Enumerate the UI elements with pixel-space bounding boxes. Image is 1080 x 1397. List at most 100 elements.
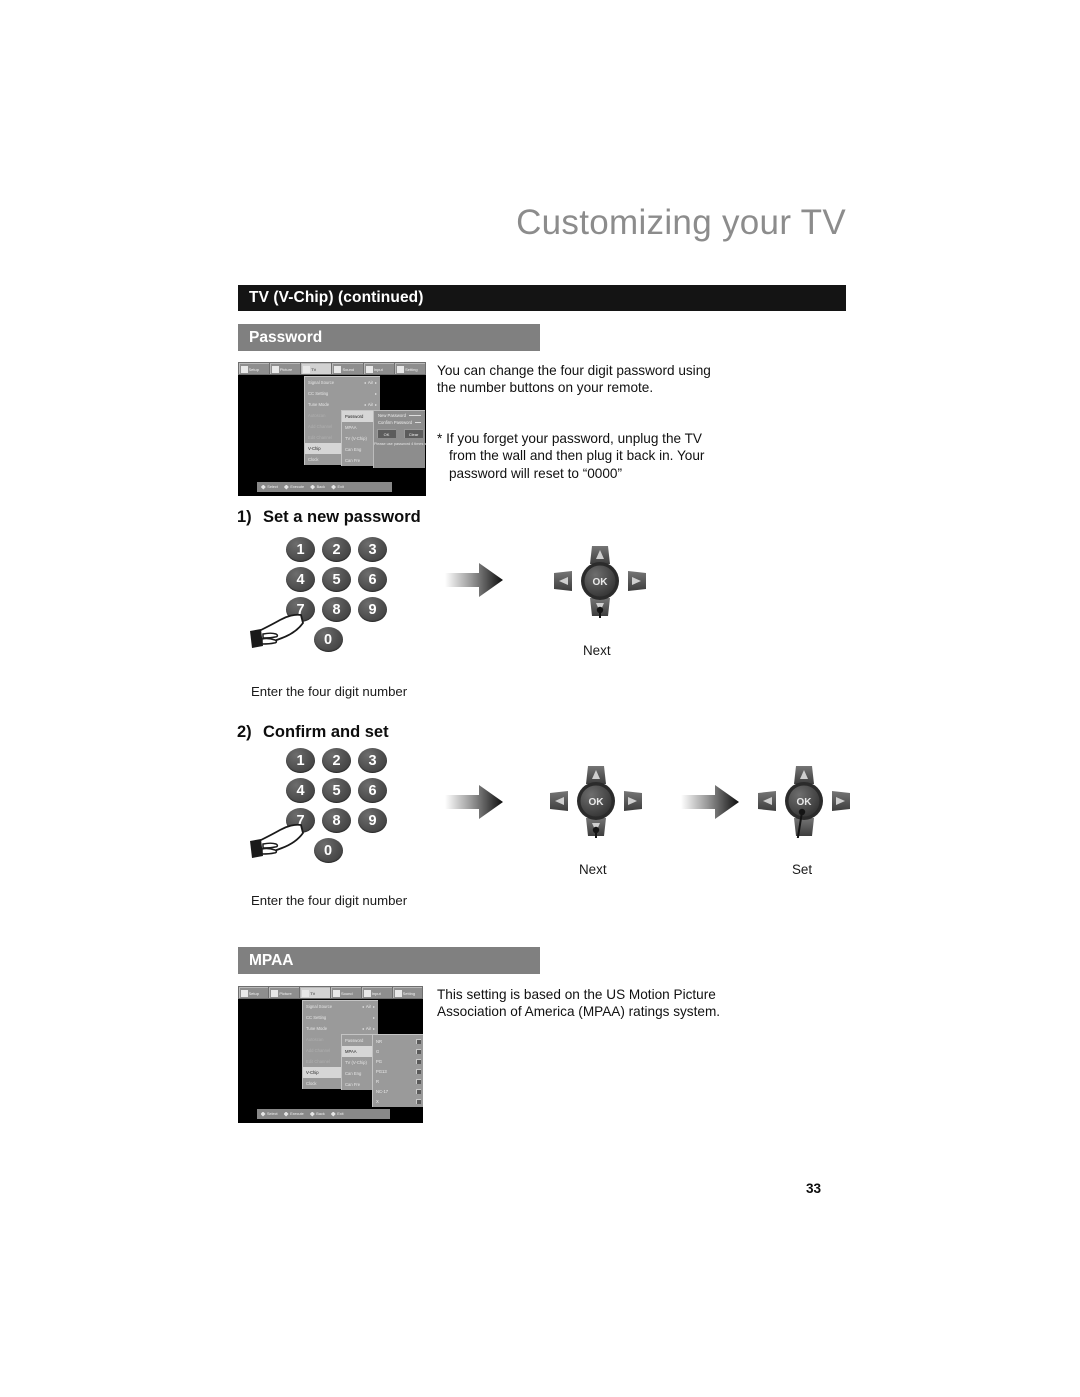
step-1-title: Set a new password <box>263 508 421 526</box>
key-0[interactable]: 0 <box>313 838 343 863</box>
key-3[interactable]: 3 <box>358 748 387 773</box>
key-6[interactable]: 6 <box>358 778 387 803</box>
picture-icon <box>271 989 279 997</box>
flow-arrow-icon <box>443 560 505 600</box>
ok-icon <box>283 484 289 490</box>
tv-password-dialog: New Password Confirm Password OK Clear P… <box>373 410 426 468</box>
tv-menubar-item-picture: Picture <box>269 363 301 374</box>
checkbox-icon <box>416 1098 421 1104</box>
tv-footer-item-select: Select <box>260 1111 278 1117</box>
dpad-action-label-set: Set <box>792 862 813 877</box>
chevron-left-icon: ◂ <box>363 380 366 385</box>
tv-menubar-item-setting: Setting <box>395 363 426 374</box>
key-2[interactable]: 2 <box>322 537 351 562</box>
keypad-row: 1 2 3 <box>286 748 406 773</box>
chevron-left-icon: ◂ <box>361 1026 364 1031</box>
pointing-hand-icon <box>249 608 311 654</box>
tv-submenu-row: Password <box>345 1038 364 1043</box>
subsection-header-password: Password <box>238 324 540 351</box>
input-icon <box>363 989 371 997</box>
tv-password-confirm-field: Confirm Password <box>374 418 425 425</box>
tv-screenshot-mpaa: Setup Picture TV Sound Input Setting Sig… <box>238 986 423 1123</box>
password-note-paragraph: * If you forget your password, unplug th… <box>437 413 777 499</box>
svg-text:OK: OK <box>589 797 605 808</box>
tv-menu-row: Tune Mode ◂ Air ▸ <box>308 402 377 407</box>
tv-submenu-row: Can Fre <box>345 458 361 463</box>
key-9[interactable]: 9 <box>358 597 387 622</box>
svg-text:OK: OK <box>797 797 813 808</box>
tv-rating-row: X <box>373 1096 423 1106</box>
password-description-paragraph: You can change the four digit password u… <box>437 363 711 396</box>
tv-footer-bar: Select Execute Back Exit <box>256 482 393 492</box>
back-icon <box>310 484 316 490</box>
pointing-hand-icon <box>249 818 311 864</box>
tv-password-new-field: New Password <box>374 411 425 418</box>
subsection-label-password: Password <box>249 329 323 346</box>
dpad-step-2-set: OK <box>756 764 852 863</box>
step-2-heading: 2) Confirm and set <box>237 723 389 742</box>
key-4[interactable]: 4 <box>286 567 315 592</box>
info-icon <box>394 989 402 997</box>
tv-screenshot-password: Setup Picture TV Sound Input Setting Sig… <box>238 362 426 496</box>
key-6[interactable]: 6 <box>358 567 387 592</box>
tv-menu-row: CC Setting ▸ <box>306 1015 375 1020</box>
tv-rating-row: G <box>373 1046 423 1056</box>
tv-icon <box>303 365 311 373</box>
tv-footer-item-execute: Execute <box>283 484 304 490</box>
key-3[interactable]: 3 <box>358 537 387 562</box>
checkbox-icon <box>416 1038 421 1044</box>
flow-arrow-icon <box>679 782 741 822</box>
tv-submenu-row: TV (V-Chip) <box>345 1060 367 1065</box>
tv-footer-item-back: Back <box>309 1111 325 1117</box>
key-8[interactable]: 8 <box>322 808 351 833</box>
step-2-number: 2) <box>237 723 252 741</box>
setup-icon <box>240 365 248 373</box>
password-note-text: * If you forget your password, unplug th… <box>437 431 705 481</box>
key-1[interactable]: 1 <box>286 748 315 773</box>
tv-menu-row: Signal Source ◂ Air ▸ <box>306 1004 375 1009</box>
tv-menubar-item-sound: Sound <box>332 363 363 374</box>
section-header-bar: TV (V-Chip) (continued) <box>238 285 846 311</box>
tv-dialog-note: Please use password 4 times set <box>374 442 426 446</box>
keypad-row: 1 2 3 <box>286 537 406 562</box>
page-number: 33 <box>806 1181 822 1196</box>
page-title: Customizing your TV <box>516 203 846 242</box>
dpad-step-1: OK <box>552 544 648 642</box>
tv-submenu-row: Can Eng <box>345 1071 362 1076</box>
tv-menu-row: Tune Mode ◂ Air ▸ <box>306 1026 375 1031</box>
chevron-right-icon: ▸ <box>374 402 377 407</box>
key-1[interactable]: 1 <box>286 537 315 562</box>
key-5[interactable]: 5 <box>322 567 351 592</box>
tv-footer-item-exit: Exit <box>331 484 344 490</box>
tv-rating-row: PG13 <box>373 1066 423 1076</box>
tv-menubar-item-setup: Setup <box>238 363 269 374</box>
step-1-caption: Enter the four digit number <box>251 684 408 699</box>
tv-menubar-item-setup: Setup <box>238 987 269 998</box>
tv-menubar-item-picture: Picture <box>269 987 300 998</box>
key-5[interactable]: 5 <box>322 778 351 803</box>
key-2[interactable]: 2 <box>322 748 351 773</box>
field-underline <box>408 415 421 416</box>
key-4[interactable]: 4 <box>286 778 315 803</box>
sound-icon <box>332 989 340 997</box>
manual-page: Customizing your TV TV (V-Chip) (continu… <box>0 0 1080 1397</box>
tv-menubar-item-sound: Sound <box>330 987 361 998</box>
chevron-right-icon: ▸ <box>374 380 377 385</box>
tv-menubar-item-input: Input <box>361 987 392 998</box>
checkbox-icon <box>416 1058 421 1064</box>
key-8[interactable]: 8 <box>322 597 351 622</box>
chevron-left-icon: ◂ <box>363 402 366 407</box>
keypad-row: 4 5 6 <box>286 778 406 803</box>
checkbox-icon <box>416 1078 421 1084</box>
tv-footer-item-select: Select <box>260 484 278 490</box>
tv-menubar: Setup Picture TV Sound Input Setting <box>238 986 423 999</box>
input-icon <box>365 365 373 373</box>
keypad-row: 4 5 6 <box>286 567 406 592</box>
key-9[interactable]: 9 <box>358 808 387 833</box>
chevron-right-icon: ▸ <box>374 391 377 396</box>
key-0[interactable]: 0 <box>313 627 343 652</box>
checkbox-icon <box>416 1088 421 1094</box>
tv-rating-row: NR <box>373 1036 423 1046</box>
chevron-right-icon: ▸ <box>372 1015 375 1020</box>
step-2-caption: Enter the four digit number <box>251 893 408 908</box>
